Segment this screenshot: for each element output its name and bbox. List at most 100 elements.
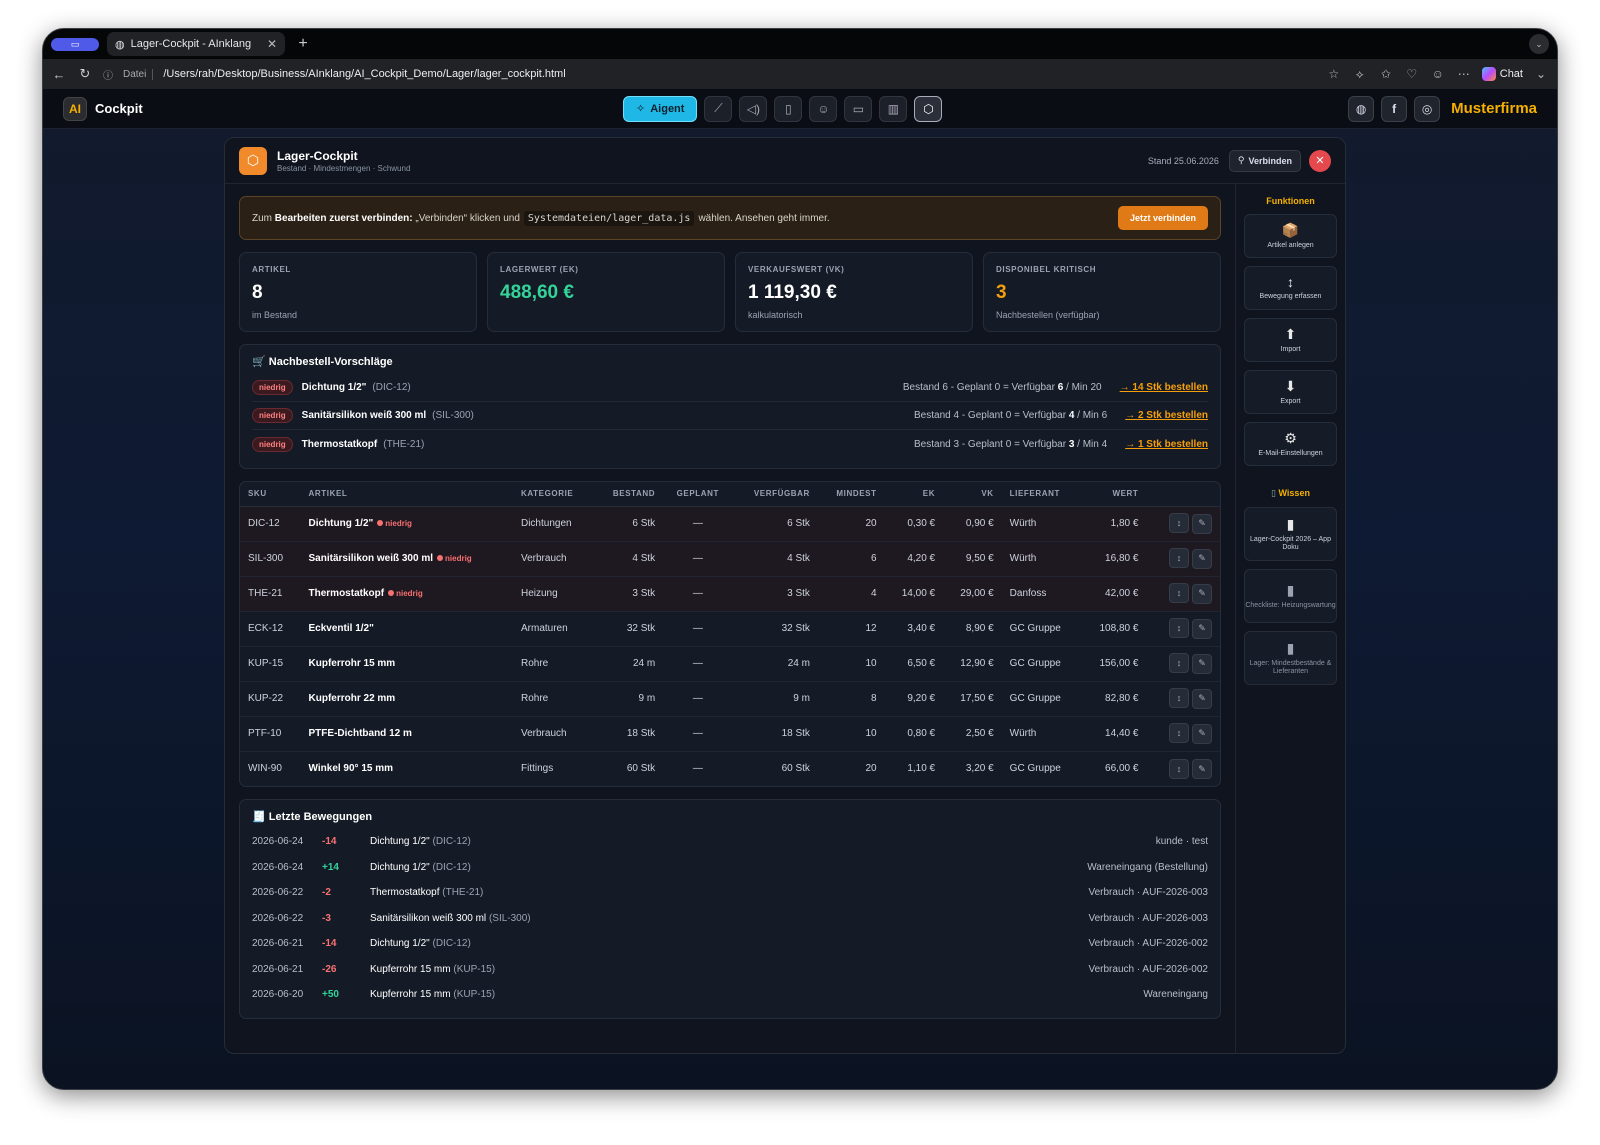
- url-field[interactable]: /Users/rah/Desktop/Business/AInklang/AI_…: [163, 68, 1315, 80]
- cell-stock: 3 Stk: [594, 576, 664, 612]
- function-button[interactable]: ⚙ E-Mail-Einstellungen: [1244, 422, 1337, 466]
- cell-supplier-text: GC Gruppe: [1009, 658, 1061, 669]
- cell-cat: Fittings: [513, 751, 594, 786]
- edit-icon[interactable]: ✎: [1192, 723, 1212, 744]
- book-icon[interactable]: ▯: [774, 95, 803, 122]
- cell-cat-text: Verbrauch: [520, 728, 567, 739]
- new-tab-icon[interactable]: +: [293, 35, 313, 53]
- chevron-down-icon[interactable]: ⌄: [1529, 34, 1549, 54]
- chart-icon[interactable]: ⟋: [704, 95, 733, 122]
- function-button[interactable]: ⬇ Export: [1244, 370, 1337, 414]
- chat-button[interactable]: Chat: [1481, 67, 1523, 81]
- document-icon: ▮: [1286, 639, 1295, 656]
- globe-icon[interactable]: ◍: [1348, 95, 1375, 122]
- instagram-icon[interactable]: ◎: [1414, 95, 1441, 122]
- doc-link[interactable]: ▮ Lager-Cockpit 2026 – App Doku: [1244, 507, 1337, 561]
- sparkle-icon: ✧: [636, 103, 646, 115]
- box-icon[interactable]: ⬡: [914, 95, 943, 122]
- functions-title: Funktionen: [1266, 196, 1315, 206]
- movements-panel: 🧾 Letzte Bewegungen 2026-06-24 -14 Dichtun…: [239, 799, 1221, 1019]
- cell-avail: 32 Stk: [732, 611, 818, 647]
- address-bar: ← ↻ ⓘ Datei /Users/rah/Desktop/Business/…: [43, 59, 1557, 89]
- move-stock-icon[interactable]: ↕: [1169, 583, 1189, 604]
- extension-icon[interactable]: ⟡: [1352, 67, 1368, 82]
- edit-icon[interactable]: ✎: [1192, 759, 1212, 779]
- close-tab-icon[interactable]: ✕: [267, 37, 277, 51]
- cell-ek: 0,30 €: [884, 506, 944, 542]
- edit-icon[interactable]: ✎: [1192, 513, 1212, 534]
- low-stock-tag: niedrig: [377, 519, 412, 528]
- cell-vk: 2,50 €: [943, 716, 1002, 752]
- function-label: Artikel anlegen: [1267, 241, 1314, 249]
- kpi-card: LAGERWERT (EK) 488,60 €: [487, 252, 725, 332]
- move-stock-icon[interactable]: ↕: [1169, 688, 1189, 709]
- cell-supplier-text: Danfoss: [1009, 588, 1047, 599]
- cell-ek-text: 1,10 €: [907, 763, 936, 775]
- order-link[interactable]: → 14 Stk bestellen: [1120, 382, 1208, 393]
- close-icon[interactable]: ✕: [1309, 149, 1331, 172]
- cell-planned: —: [663, 541, 733, 577]
- cell-stock: 24 m: [594, 646, 664, 682]
- cell-min: 20: [817, 506, 885, 542]
- move-stock-icon[interactable]: ↕: [1169, 513, 1189, 534]
- cell-avail: 6 Stk: [732, 506, 818, 542]
- function-button[interactable]: 📦 Artikel anlegen: [1244, 214, 1337, 258]
- star-icon[interactable]: ☆: [1326, 67, 1342, 81]
- order-link[interactable]: → 2 Stk bestellen: [1125, 410, 1208, 421]
- columns-icon[interactable]: ▥: [879, 95, 908, 122]
- move-stock-icon[interactable]: ↕: [1169, 548, 1189, 569]
- cell-supplier: GC Gruppe: [1001, 646, 1082, 682]
- cell-name-text: Kupferrohr 22 mm: [308, 693, 396, 704]
- user-icon[interactable]: ☺: [809, 95, 838, 122]
- health-icon[interactable]: ♡: [1404, 67, 1420, 81]
- function-button[interactable]: ↕ Bewegung erfassen: [1244, 266, 1337, 310]
- facebook-icon[interactable]: f: [1381, 95, 1408, 122]
- aigent-button[interactable]: ✧ Aigent: [623, 95, 698, 122]
- movement-info: kunde · test: [1155, 836, 1208, 848]
- move-stock-icon[interactable]: ↕: [1169, 758, 1189, 779]
- doc-link[interactable]: ▮ Checkliste: Heizungswartung: [1244, 569, 1337, 623]
- cell-ek: 4,20 €: [884, 541, 944, 577]
- movement-info: Verbrauch · AUF-2026-003: [1088, 912, 1208, 924]
- movement-qty: -3: [322, 912, 331, 924]
- edit-icon[interactable]: ✎: [1192, 618, 1212, 639]
- function-button[interactable]: ⬆ Import: [1244, 318, 1337, 362]
- chevron-down-icon[interactable]: ⌄: [1533, 67, 1549, 81]
- reorder-item-sku: (THE-21): [383, 438, 425, 450]
- profile-icon[interactable]: ☺: [1430, 67, 1446, 81]
- column-header: VK: [943, 482, 1002, 507]
- cell-ek-text: 14,00 €: [901, 588, 936, 599]
- doc-link[interactable]: ▮ Lager: Mindestbestände & Lieferanten: [1244, 631, 1337, 685]
- edit-icon[interactable]: ✎: [1192, 653, 1212, 674]
- cell-vk-text: 3,20 €: [965, 763, 994, 775]
- cell-ek-text: 4,20 €: [907, 553, 936, 564]
- edit-icon[interactable]: ✎: [1192, 583, 1212, 604]
- move-stock-icon[interactable]: ↕: [1169, 723, 1189, 744]
- back-icon[interactable]: ←: [51, 67, 67, 82]
- connect-button[interactable]: ⚲ Verbinden: [1228, 149, 1301, 172]
- edit-icon[interactable]: ✎: [1192, 548, 1212, 569]
- order-link[interactable]: → 1 Stk bestellen: [1125, 439, 1208, 450]
- document-icon[interactable]: ▭: [844, 95, 873, 122]
- cell-cat: Dichtungen: [512, 506, 595, 542]
- cell-avail-text: 24 m: [787, 658, 810, 669]
- info-icon[interactable]: ⓘ: [103, 67, 113, 82]
- cell-ek-text: 6,50 €: [907, 658, 936, 669]
- reload-icon[interactable]: ↻: [77, 66, 93, 82]
- movement-article-sku: (KUP-15): [453, 989, 496, 1001]
- more-icon[interactable]: ⋯: [1456, 67, 1472, 81]
- updown-arrow-icon: ↕: [1287, 274, 1294, 291]
- speaker-icon[interactable]: ◁): [739, 95, 768, 122]
- cell-name-text: Thermostatkopf: [308, 588, 385, 599]
- browser-tab[interactable]: ◍ Lager-Cockpit - AInklang ✕: [107, 32, 285, 56]
- cell-supplier-text: Würth: [1009, 553, 1037, 564]
- move-stock-icon[interactable]: ↕: [1169, 618, 1189, 639]
- cell-sku-text: WIN-90: [248, 763, 282, 775]
- move-stock-icon[interactable]: ↕: [1169, 653, 1189, 674]
- sidebar-toggle-icon[interactable]: ▭: [51, 37, 99, 51]
- favorites-icon[interactable]: ✩: [1378, 67, 1394, 81]
- connect-now-button[interactable]: Jetzt verbinden: [1117, 206, 1208, 230]
- column-header: BESTAND: [594, 482, 664, 507]
- up-arrow-icon: ⬆: [1284, 325, 1297, 342]
- edit-icon[interactable]: ✎: [1192, 688, 1212, 709]
